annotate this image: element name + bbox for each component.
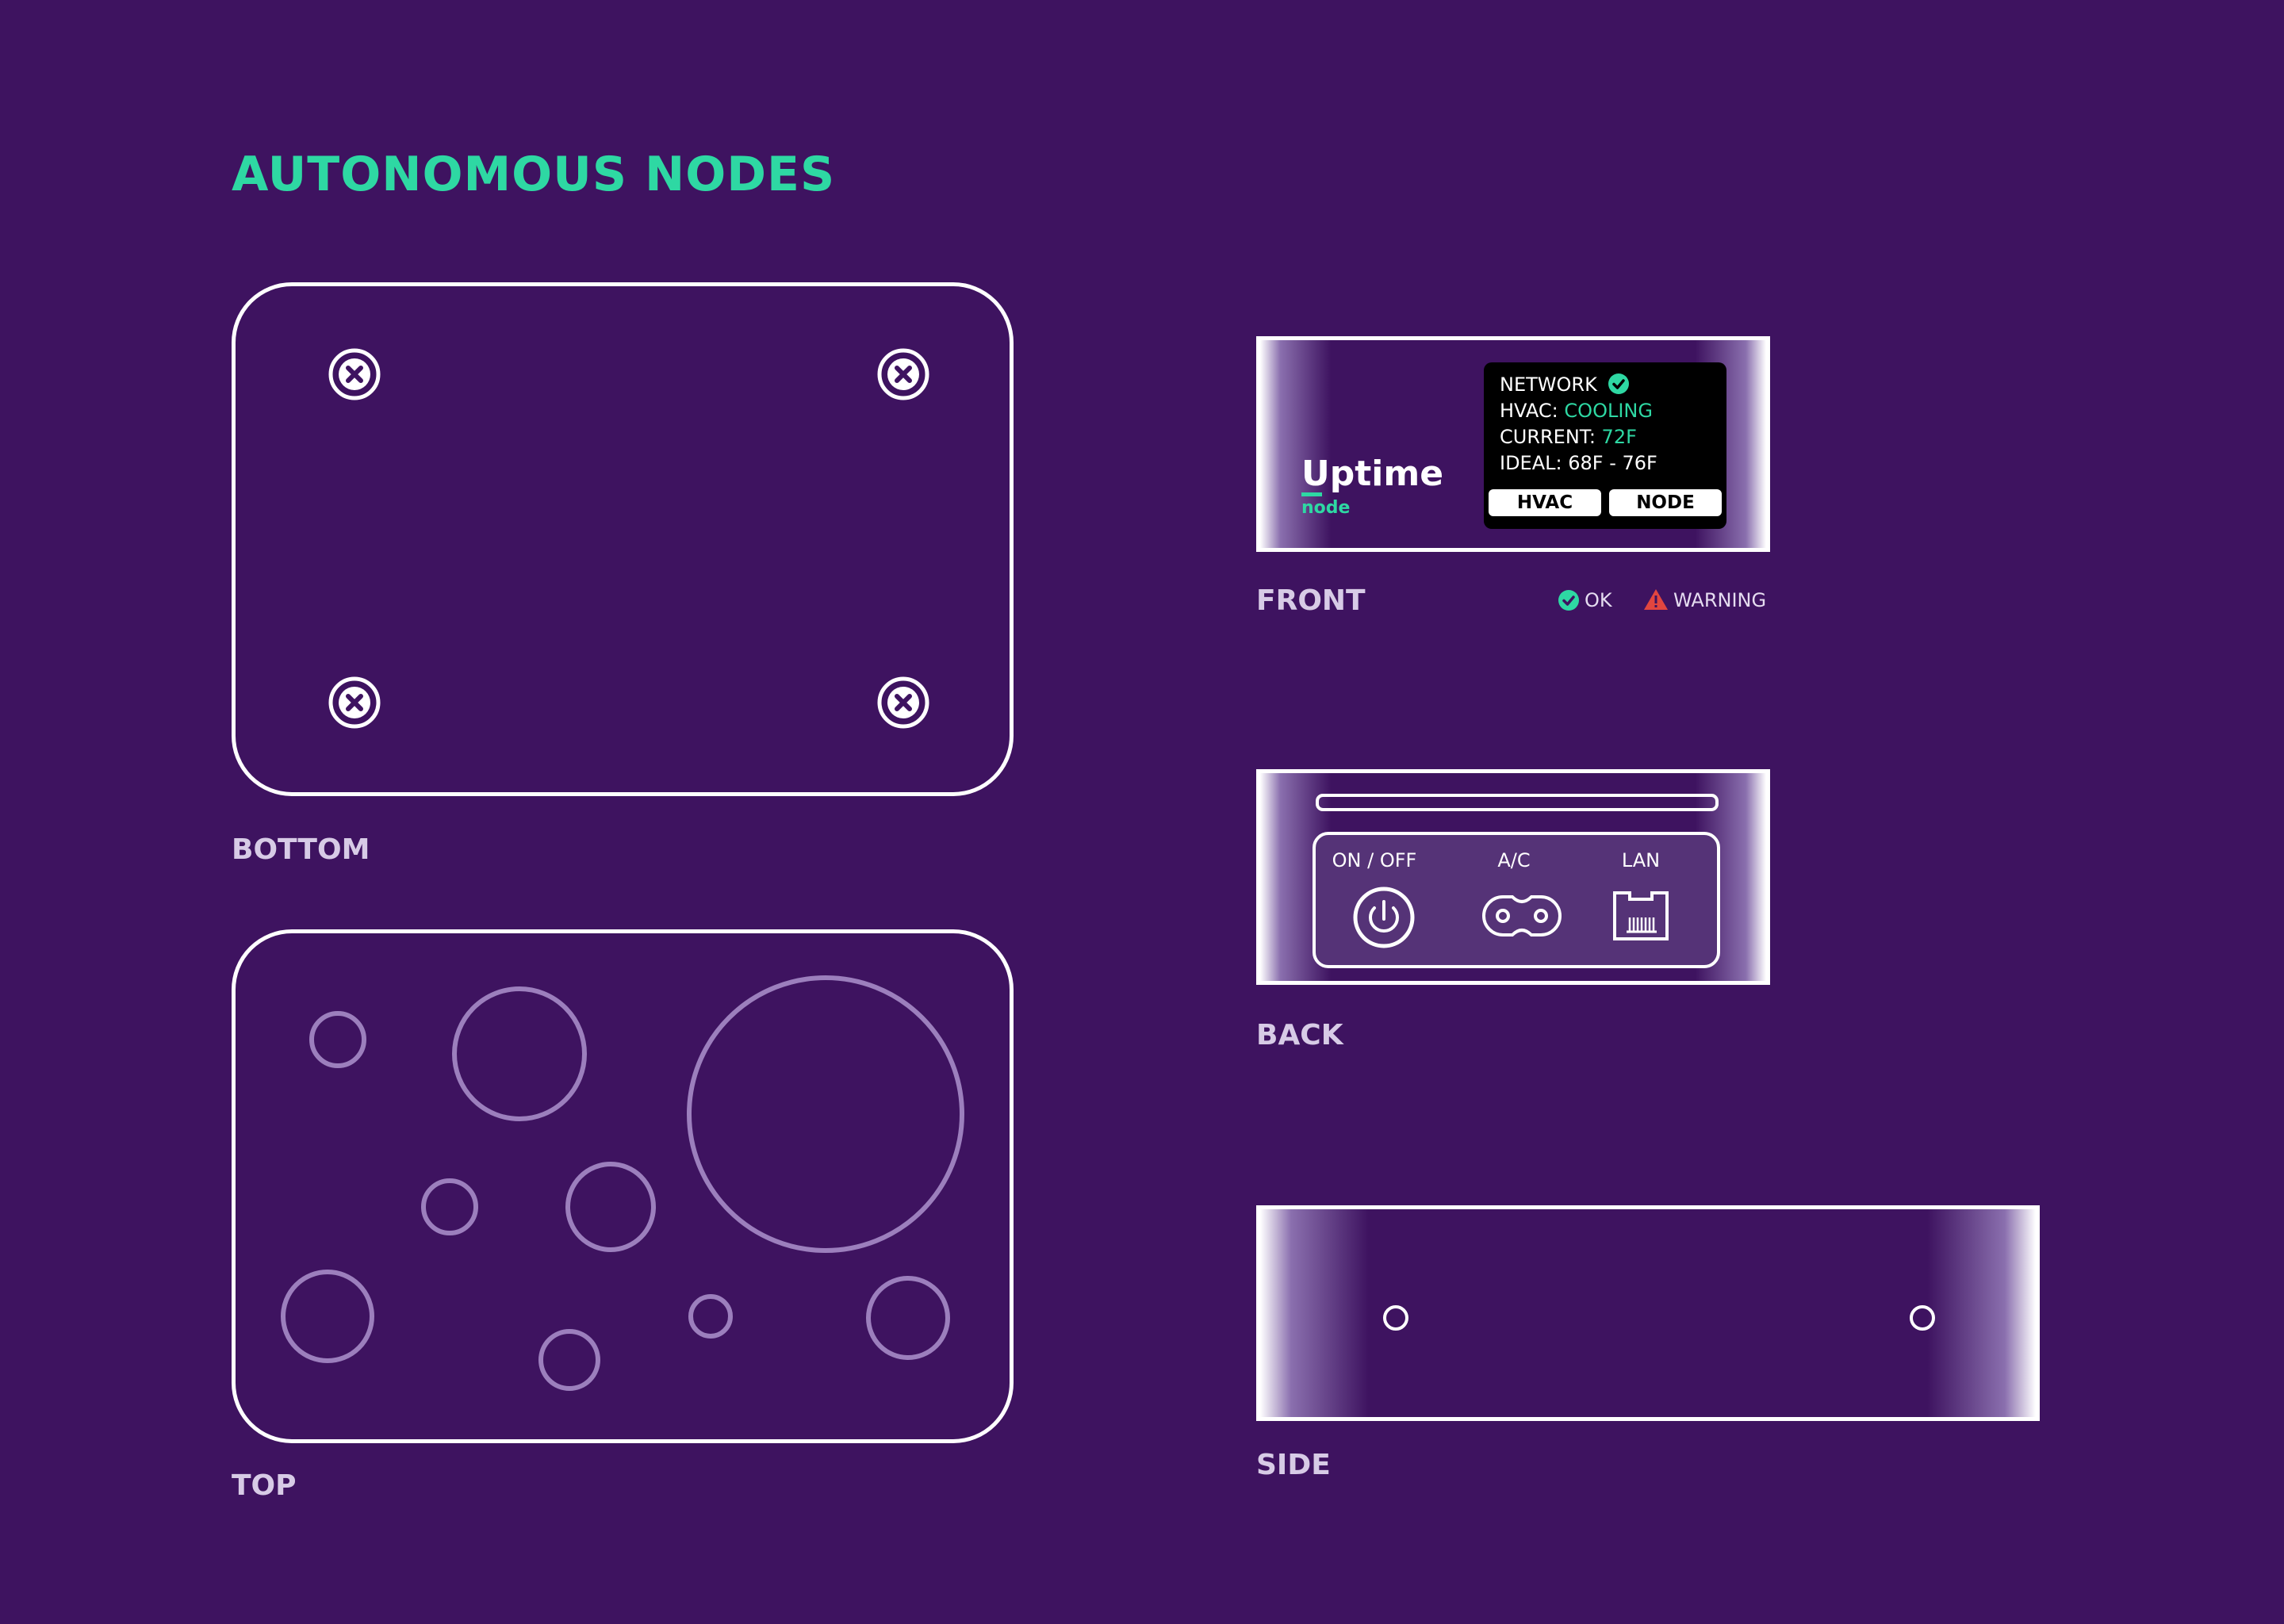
- screw-icon: [877, 348, 929, 400]
- bottom-view-label: BOTTOM: [232, 833, 370, 866]
- screw-icon: [328, 676, 381, 729]
- side-view-panel: [1256, 1205, 2040, 1421]
- status-screen: NETWORK HVAC: COOLING CURRENT: 72F IDEAL…: [1484, 362, 1726, 529]
- check-circle-icon: [1608, 373, 1630, 394]
- hvac-value: COOLING: [1564, 400, 1653, 422]
- screw-hole: [1383, 1305, 1408, 1331]
- side-view-label: SIDE: [1256, 1449, 1331, 1481]
- vent-hole: [688, 1294, 733, 1339]
- network-label: NETWORK: [1500, 373, 1597, 396]
- vent-hole: [281, 1270, 374, 1363]
- ethernet-port-icon[interactable]: [1612, 891, 1669, 941]
- power-icon[interactable]: [1351, 884, 1417, 951]
- node-button[interactable]: NODE: [1609, 489, 1722, 516]
- lan-label: LAN: [1621, 849, 1661, 871]
- network-status: NETWORK: [1500, 372, 1711, 398]
- legend-ok: OK: [1558, 588, 1612, 612]
- front-view-label: FRONT: [1256, 584, 1366, 617]
- vent-hole: [421, 1178, 478, 1235]
- back-view-label: BACK: [1256, 1019, 1343, 1051]
- top-view-panel: [232, 929, 1014, 1443]
- screw-hole: [1910, 1305, 1935, 1331]
- uptime-logo: Uptime node: [1301, 454, 1443, 519]
- top-view-label: TOP: [232, 1469, 297, 1502]
- ideal-range-value: 68F - 76F: [1568, 452, 1657, 474]
- bottom-view-screws: [328, 348, 929, 729]
- vent-hole: [309, 1011, 366, 1068]
- top-view-vent-holes: [281, 975, 964, 1391]
- warning-triangle-icon: [1644, 589, 1668, 610]
- vent-hole: [565, 1162, 656, 1252]
- hvac-button[interactable]: HVAC: [1489, 489, 1601, 516]
- vent-slot: [1316, 794, 1719, 811]
- legend-warning: WARNING: [1643, 588, 1766, 612]
- screw-icon: [328, 348, 381, 400]
- vent-hole: [452, 986, 587, 1121]
- check-circle-icon: [1558, 590, 1579, 611]
- back-view-panel: ON / OFF A/C LAN: [1256, 769, 1770, 985]
- vent-hole: [538, 1329, 600, 1391]
- brand-sub: node: [1301, 498, 1351, 518]
- side-view-holes: [1383, 1305, 1935, 1331]
- ideal-range: IDEAL: 68F - 76F: [1500, 452, 1657, 474]
- current-temp-value: 72F: [1601, 426, 1637, 448]
- vent-hole: [687, 975, 964, 1253]
- current-temp: CURRENT: 72F: [1500, 426, 1637, 448]
- power-label: ON / OFF: [1332, 849, 1417, 871]
- bottom-view-panel: [232, 282, 1014, 796]
- front-view-panel: Uptime node NETWORK HVAC: COOLING CURREN…: [1256, 336, 1770, 552]
- page-title: AUTONOMOUS NODES: [232, 147, 836, 202]
- brand-name: Uptime: [1301, 454, 1444, 494]
- ac-label: A/C: [1497, 849, 1531, 871]
- ac-plug-icon[interactable]: [1481, 894, 1563, 938]
- screw-icon: [877, 676, 929, 729]
- port-panel: ON / OFF A/C LAN: [1313, 832, 1720, 968]
- hvac-status: HVAC: COOLING: [1500, 400, 1653, 422]
- vent-hole: [866, 1276, 950, 1360]
